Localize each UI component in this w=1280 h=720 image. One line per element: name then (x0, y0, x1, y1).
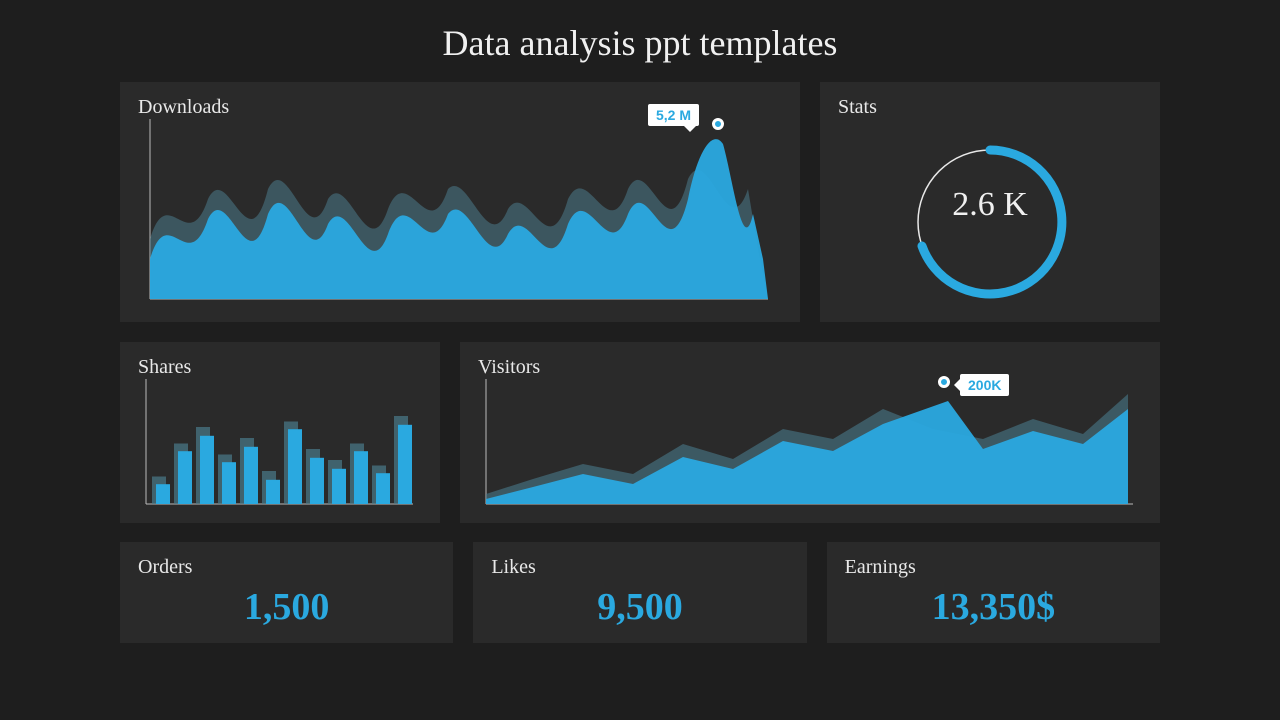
dashboard-grid: Downloads 5,2 M Stats 2.6 K Shares (0, 82, 1280, 642)
shares-title: Shares (138, 356, 422, 379)
stats-value: 2.6 K (952, 186, 1028, 224)
stats-card: Stats 2.6 K (820, 82, 1160, 322)
earnings-card: Earnings 13,350$ (827, 542, 1160, 643)
downloads-peak-dot (712, 118, 724, 130)
visitors-card: Visitors 200K (460, 342, 1160, 523)
likes-value: 9,500 (491, 585, 788, 629)
downloads-peak-label: 5,2 M (648, 104, 699, 126)
likes-title: Likes (491, 556, 788, 579)
page-title: Data analysis ppt templates (0, 0, 1280, 82)
visitors-peak-label: 200K (960, 374, 1009, 396)
orders-value: 1,500 (138, 585, 435, 629)
visitors-peak-dot (938, 376, 950, 388)
downloads-card: Downloads 5,2 M (120, 82, 800, 322)
shares-card: Shares (120, 342, 440, 523)
earnings-title: Earnings (845, 556, 1142, 579)
likes-card: Likes 9,500 (473, 542, 806, 643)
stats-title: Stats (838, 96, 1142, 119)
orders-card: Orders 1,500 (120, 542, 453, 643)
orders-title: Orders (138, 556, 435, 579)
visitors-title: Visitors (478, 356, 1142, 379)
visitors-chart (478, 379, 1138, 509)
earnings-value: 13,350$ (845, 585, 1142, 629)
shares-chart (138, 379, 418, 509)
downloads-chart (138, 119, 778, 304)
